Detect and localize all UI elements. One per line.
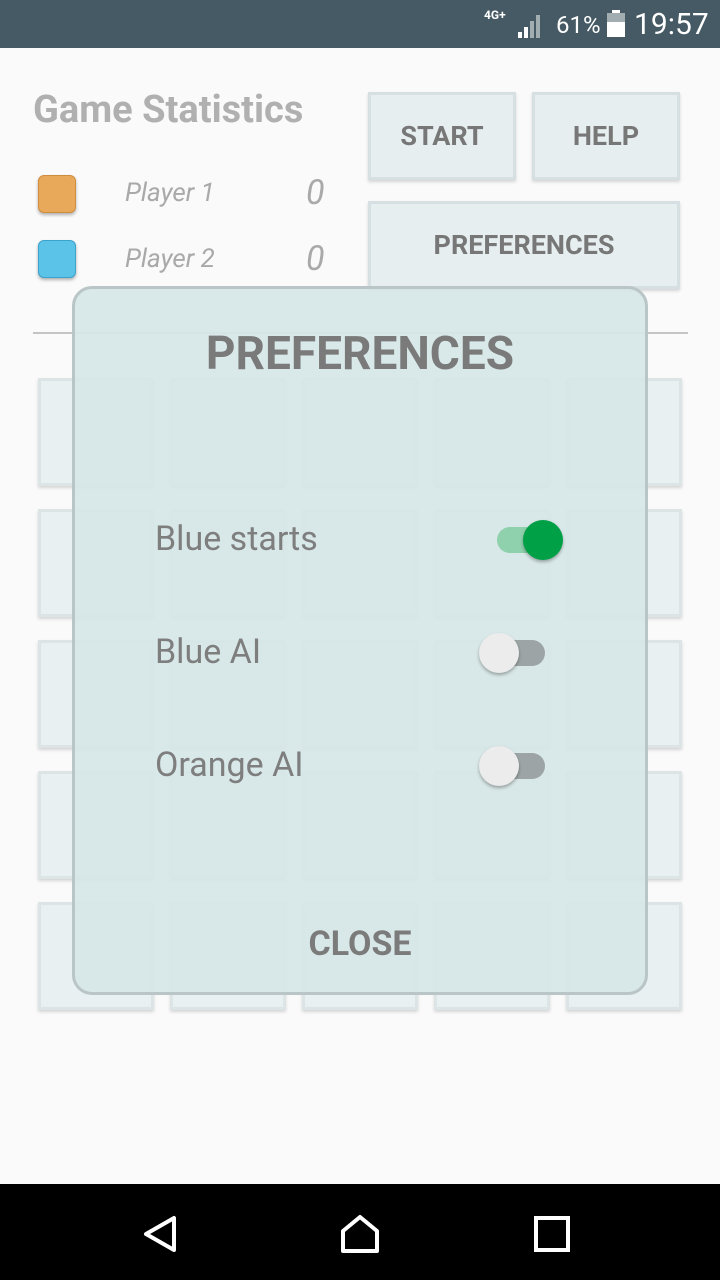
toggle-thumb	[523, 520, 563, 560]
orange-ai-label: Orange AI	[155, 745, 304, 785]
home-icon[interactable]	[340, 1214, 380, 1254]
player-2-color-swatch	[38, 240, 76, 278]
close-button[interactable]: CLOSE	[75, 924, 645, 964]
blue-starts-toggle[interactable]	[493, 515, 563, 560]
blue-ai-label: Blue AI	[155, 632, 262, 672]
status-bar: 4G+ 61% 19:57	[0, 0, 720, 48]
preferences-button[interactable]: PREFERENCES	[368, 201, 680, 289]
toggle-thumb	[479, 746, 519, 786]
statistics-title: Game Statistics	[33, 88, 304, 132]
player-2-score: 0	[306, 239, 325, 279]
clock: 19:57	[634, 7, 709, 42]
back-icon[interactable]	[140, 1214, 180, 1254]
player-1-color-swatch	[38, 175, 76, 213]
signal-icon	[518, 15, 540, 38]
start-button[interactable]: START	[368, 92, 516, 180]
player-1-name: Player 1	[125, 178, 215, 208]
preferences-dialog: PREFERENCES Blue starts Blue AI Orange A…	[72, 286, 648, 995]
battery-percent: 61%	[556, 11, 601, 39]
navigation-bar	[0, 1184, 720, 1280]
player-1-score: 0	[306, 173, 325, 213]
blue-ai-toggle[interactable]	[479, 628, 549, 673]
battery-icon	[607, 10, 625, 37]
orange-ai-toggle[interactable]	[479, 741, 549, 786]
help-button[interactable]: HELP	[532, 92, 680, 180]
dialog-title: PREFERENCES	[205, 327, 515, 381]
player-2-name: Player 2	[125, 244, 215, 274]
blue-starts-label: Blue starts	[155, 519, 318, 559]
network-type: 4G+	[484, 8, 506, 22]
recent-apps-icon[interactable]	[532, 1214, 572, 1254]
toggle-thumb	[479, 633, 519, 673]
